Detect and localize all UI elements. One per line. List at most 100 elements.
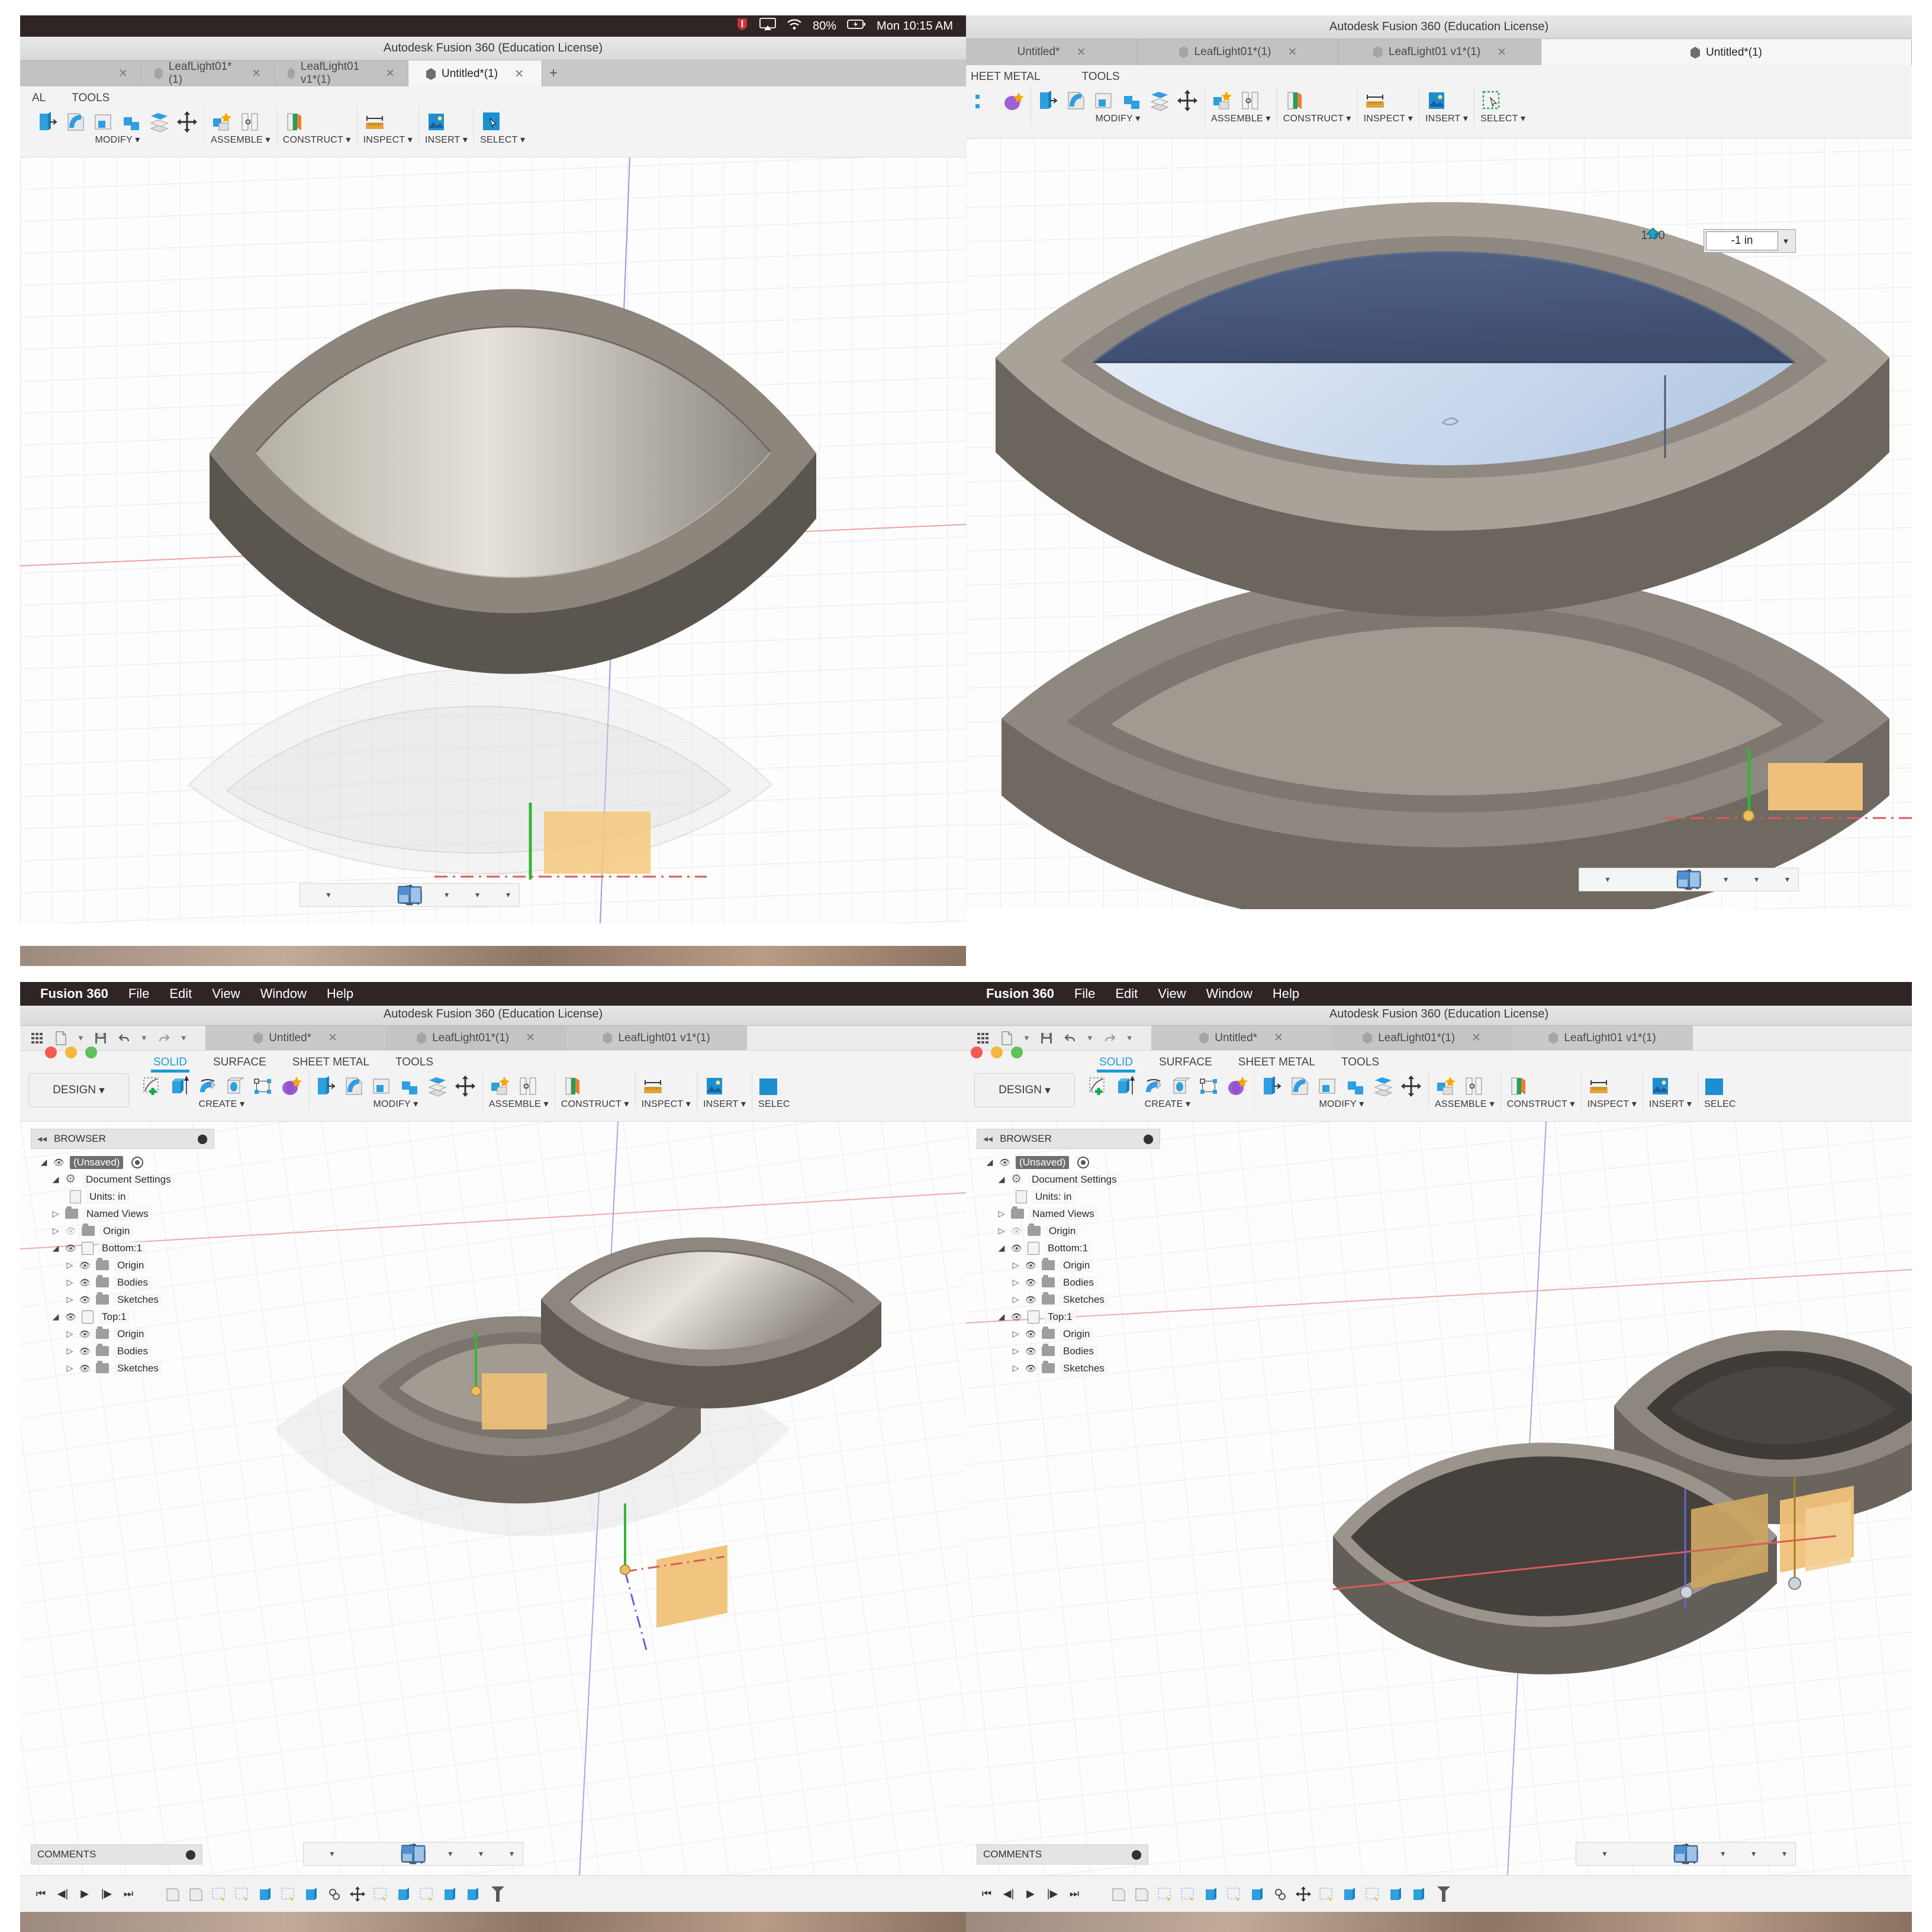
- ribbon-tab-surface[interactable]: SURFACE: [1159, 1056, 1212, 1071]
- menu-help[interactable]: Help: [1273, 986, 1299, 1002]
- document-tab-active[interactable]: Untitled*(1): [1541, 39, 1912, 65]
- timeline-feature-sketch[interactable]: [234, 1885, 250, 1903]
- step-forward-icon[interactable]: |▶: [1045, 1886, 1060, 1902]
- tree-node-bodies[interactable]: ▷ 👁 Bodies: [31, 1274, 214, 1291]
- tree-node-origin[interactable]: ▷ 👁 Origin: [31, 1222, 214, 1239]
- extrude-icon[interactable]: [169, 1074, 191, 1098]
- timeline-feature-extrude[interactable]: [1203, 1885, 1219, 1903]
- fillet-icon[interactable]: [343, 1074, 365, 1098]
- new-component-icon[interactable]: [211, 110, 233, 134]
- combine-icon[interactable]: [120, 110, 143, 134]
- timeline-feature-body[interactable]: [188, 1885, 204, 1903]
- menu-window[interactable]: Window: [1206, 986, 1252, 1002]
- insert-image-icon[interactable]: [703, 1074, 726, 1098]
- twisty-right-icon[interactable]: ▷: [65, 1295, 75, 1305]
- new-component-icon[interactable]: [1435, 1074, 1457, 1098]
- visibility-icon[interactable]: 👁: [999, 1157, 1011, 1168]
- move-copy-icon[interactable]: [1176, 89, 1199, 112]
- close-icon[interactable]: ✕: [328, 1031, 337, 1045]
- tree-node-bodies[interactable]: ▷ 👁 Bodies: [977, 1342, 1160, 1360]
- document-tab[interactable]: LeafLight01 v1*(1) ✕: [275, 60, 408, 86]
- document-tab[interactable]: LeafLight01 v1*(1) ✕: [1339, 39, 1541, 65]
- collapse-left-icon[interactable]: ◂◂: [983, 1133, 993, 1145]
- ribbon-tab-surface[interactable]: SURFACE: [213, 1056, 266, 1071]
- menu-edit[interactable]: Edit: [1115, 986, 1138, 1002]
- new-document-icon[interactable]: [999, 1031, 1015, 1046]
- new-component-icon[interactable]: [489, 1074, 511, 1098]
- ribbon-tab-tools[interactable]: TOOLS: [72, 92, 110, 107]
- redo-dropdown[interactable]: ▼: [180, 1033, 188, 1042]
- hole-icon[interactable]: [224, 1074, 247, 1098]
- menu-help[interactable]: Help: [327, 986, 353, 1002]
- press-pull-icon[interactable]: [37, 110, 59, 134]
- menu-edit[interactable]: Edit: [169, 986, 192, 1002]
- move-copy-icon[interactable]: [1400, 1074, 1422, 1098]
- fillet-icon[interactable]: [1065, 89, 1087, 112]
- offset-plane-icon[interactable]: [1507, 1074, 1530, 1098]
- insert-image-icon[interactable]: [1649, 1074, 1672, 1098]
- form-icon[interactable]: [1002, 90, 1025, 114]
- menu-view[interactable]: View: [1158, 986, 1186, 1002]
- ribbon-tab-tools[interactable]: TOOLS: [1082, 70, 1120, 85]
- maximize-window-button[interactable]: [85, 1046, 97, 1058]
- window-controls[interactable]: [45, 1046, 97, 1058]
- move-copy-icon[interactable]: [454, 1074, 476, 1098]
- visibility-icon[interactable]: 👁: [79, 1295, 91, 1305]
- wifi-icon[interactable]: [787, 18, 802, 34]
- visibility-icon[interactable]: 👁: [79, 1363, 91, 1374]
- menu-fusion-360[interactable]: Fusion 360: [40, 986, 108, 1002]
- offset-plane-icon[interactable]: [1283, 89, 1306, 112]
- document-tab[interactable]: LeafLight01*(1) ✕: [1331, 1026, 1512, 1050]
- redo-dropdown[interactable]: ▼: [1126, 1033, 1134, 1042]
- panel-menu-icon[interactable]: ⬤: [1131, 1849, 1142, 1860]
- new-component-icon[interactable]: [1211, 89, 1234, 112]
- tree-node-document-settings[interactable]: ◢ ⚙ Document Settings: [31, 1171, 214, 1188]
- visibility-off-icon[interactable]: 👁: [65, 1226, 77, 1237]
- close-icon[interactable]: ✕: [1471, 1031, 1481, 1045]
- comments-panel[interactable]: COMMENTS ⬤: [977, 1844, 1148, 1865]
- tree-node-bottom-1[interactable]: ◢ 👁 Bottom:1: [31, 1239, 214, 1257]
- joint-icon[interactable]: [1239, 89, 1261, 112]
- combine-icon[interactable]: [1120, 89, 1143, 112]
- shell-icon[interactable]: [1093, 89, 1115, 112]
- twisty-right-icon[interactable]: ▷: [1011, 1363, 1020, 1373]
- viewports-icon[interactable]: [1677, 871, 1781, 888]
- tree-node-document-settings[interactable]: ◢ ⚙ Document Settings: [977, 1171, 1160, 1188]
- panel-menu-icon[interactable]: ⬤: [197, 1133, 208, 1145]
- timeline-feature-extrude[interactable]: [1341, 1885, 1358, 1903]
- close-window-button[interactable]: [45, 1046, 57, 1058]
- twisty-right-icon[interactable]: ▷: [1011, 1329, 1020, 1339]
- tree-node-origin[interactable]: ▷ 👁 Origin: [977, 1222, 1160, 1239]
- timeline-marker[interactable]: [1436, 1885, 1451, 1903]
- new-tab-button[interactable]: +: [542, 60, 565, 86]
- visibility-icon[interactable]: 👁: [1025, 1295, 1037, 1305]
- timeline-feature-extrude[interactable]: [1387, 1885, 1404, 1903]
- undo-dropdown[interactable]: ▼: [1086, 1033, 1094, 1042]
- visibility-icon[interactable]: 👁: [1011, 1312, 1023, 1322]
- measure-icon[interactable]: [642, 1074, 664, 1098]
- timeline-feature-extrude[interactable]: [303, 1885, 320, 1903]
- pattern-icon[interactable]: [252, 1074, 275, 1098]
- fillet-icon[interactable]: [1289, 1074, 1311, 1098]
- go-to-beginning-icon[interactable]: ⏮: [979, 1886, 994, 1902]
- redo-icon[interactable]: [1102, 1031, 1118, 1046]
- ribbon-tab-sheet-metal[interactable]: SHEET METAL: [292, 1056, 369, 1071]
- tree-node-top-1[interactable]: ◢ 👁 Top:1: [31, 1308, 214, 1325]
- new-document-dropdown[interactable]: ▼: [77, 1033, 85, 1042]
- measure-icon[interactable]: [363, 110, 386, 134]
- document-tab-active[interactable]: Untitled*(1) ✕: [408, 60, 542, 86]
- document-tab[interactable]: LeafLight01 v1*(1): [566, 1026, 747, 1050]
- tree-node-named-views[interactable]: ▷ Named Views: [977, 1205, 1160, 1222]
- twisty-down-icon[interactable]: ◢: [39, 1157, 49, 1167]
- shell-icon[interactable]: [1316, 1074, 1339, 1098]
- tree-node-unsaved[interactable]: ◢ 👁 (Unsaved): [977, 1154, 1160, 1171]
- viewport-canvas-4[interactable]: ◂◂ BROWSER ⬤ ◢ 👁 (Unsaved) ◢ ⚙ Document …: [966, 1122, 1912, 1875]
- document-tab[interactable]: Untitled* ✕: [205, 1026, 386, 1050]
- timeline-feature-sketch[interactable]: [211, 1885, 227, 1903]
- offset-face-icon[interactable]: [1372, 1074, 1395, 1098]
- close-icon[interactable]: ✕: [385, 67, 395, 80]
- dimension-input-group[interactable]: -1 in ▼: [1704, 229, 1796, 253]
- tree-node-sketches[interactable]: ▷ 👁 Sketches: [977, 1291, 1160, 1308]
- shell-icon[interactable]: [371, 1074, 393, 1098]
- ribbon-tab-tools[interactable]: TOOLS: [395, 1056, 433, 1071]
